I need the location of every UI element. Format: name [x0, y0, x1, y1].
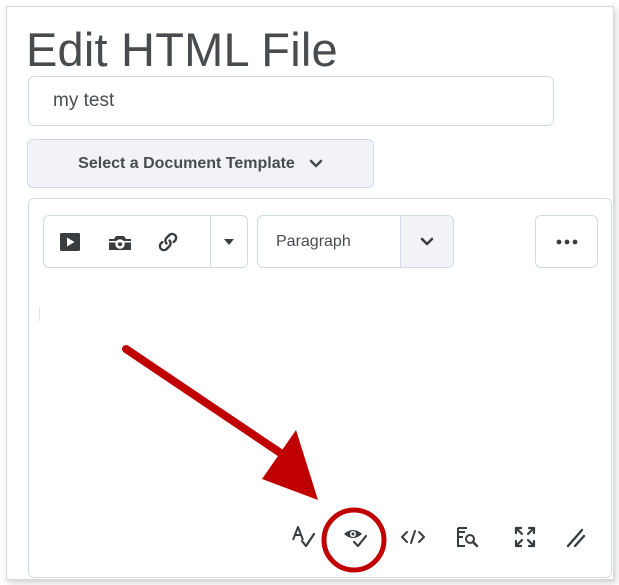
resize-handle-icon: [564, 526, 586, 548]
block-format-select[interactable]: Paragraph: [257, 215, 454, 268]
block-format-value: Paragraph: [276, 232, 351, 250]
spellcheck-button[interactable]: [283, 519, 323, 555]
title-input[interactable]: [28, 76, 554, 126]
insert-link-icon: [156, 230, 180, 254]
more-actions-button[interactable]: [535, 215, 598, 268]
insert-video-button[interactable]: [44, 216, 96, 267]
preview-icon: [455, 525, 479, 549]
fullscreen-button[interactable]: [505, 519, 545, 555]
chevron-down-icon: [309, 159, 323, 169]
insert-video-icon: [59, 232, 81, 252]
preview-button[interactable]: [447, 519, 487, 555]
more-actions-icon: [555, 239, 579, 245]
source-code-icon: [400, 529, 426, 545]
source-code-button[interactable]: [393, 519, 433, 555]
more-insert-options-button[interactable]: [210, 216, 247, 267]
text-caret: [39, 307, 40, 321]
block-format-dropdown-button[interactable]: [400, 216, 453, 267]
fullscreen-icon: [513, 525, 537, 549]
more-insert-options-icon: [223, 238, 235, 246]
resize-handle[interactable]: [555, 519, 595, 555]
select-template-button[interactable]: Select a Document Template: [27, 139, 374, 188]
insert-image-button[interactable]: [96, 216, 144, 267]
page-title: Edit HTML File: [26, 23, 338, 76]
spellcheck-icon: [290, 525, 316, 549]
accessibility-checker-button[interactable]: [335, 519, 375, 555]
html-editor: Paragraph: [28, 198, 612, 578]
editor-status-bar: [29, 517, 611, 557]
insert-image-icon: [107, 232, 133, 252]
insert-toolbar-group: [43, 215, 248, 268]
template-button-label: Select a Document Template: [78, 154, 295, 172]
insert-link-button[interactable]: [144, 216, 192, 267]
paragraph-chevron-icon: [420, 237, 434, 247]
accessibility-checker-icon: [342, 525, 368, 549]
